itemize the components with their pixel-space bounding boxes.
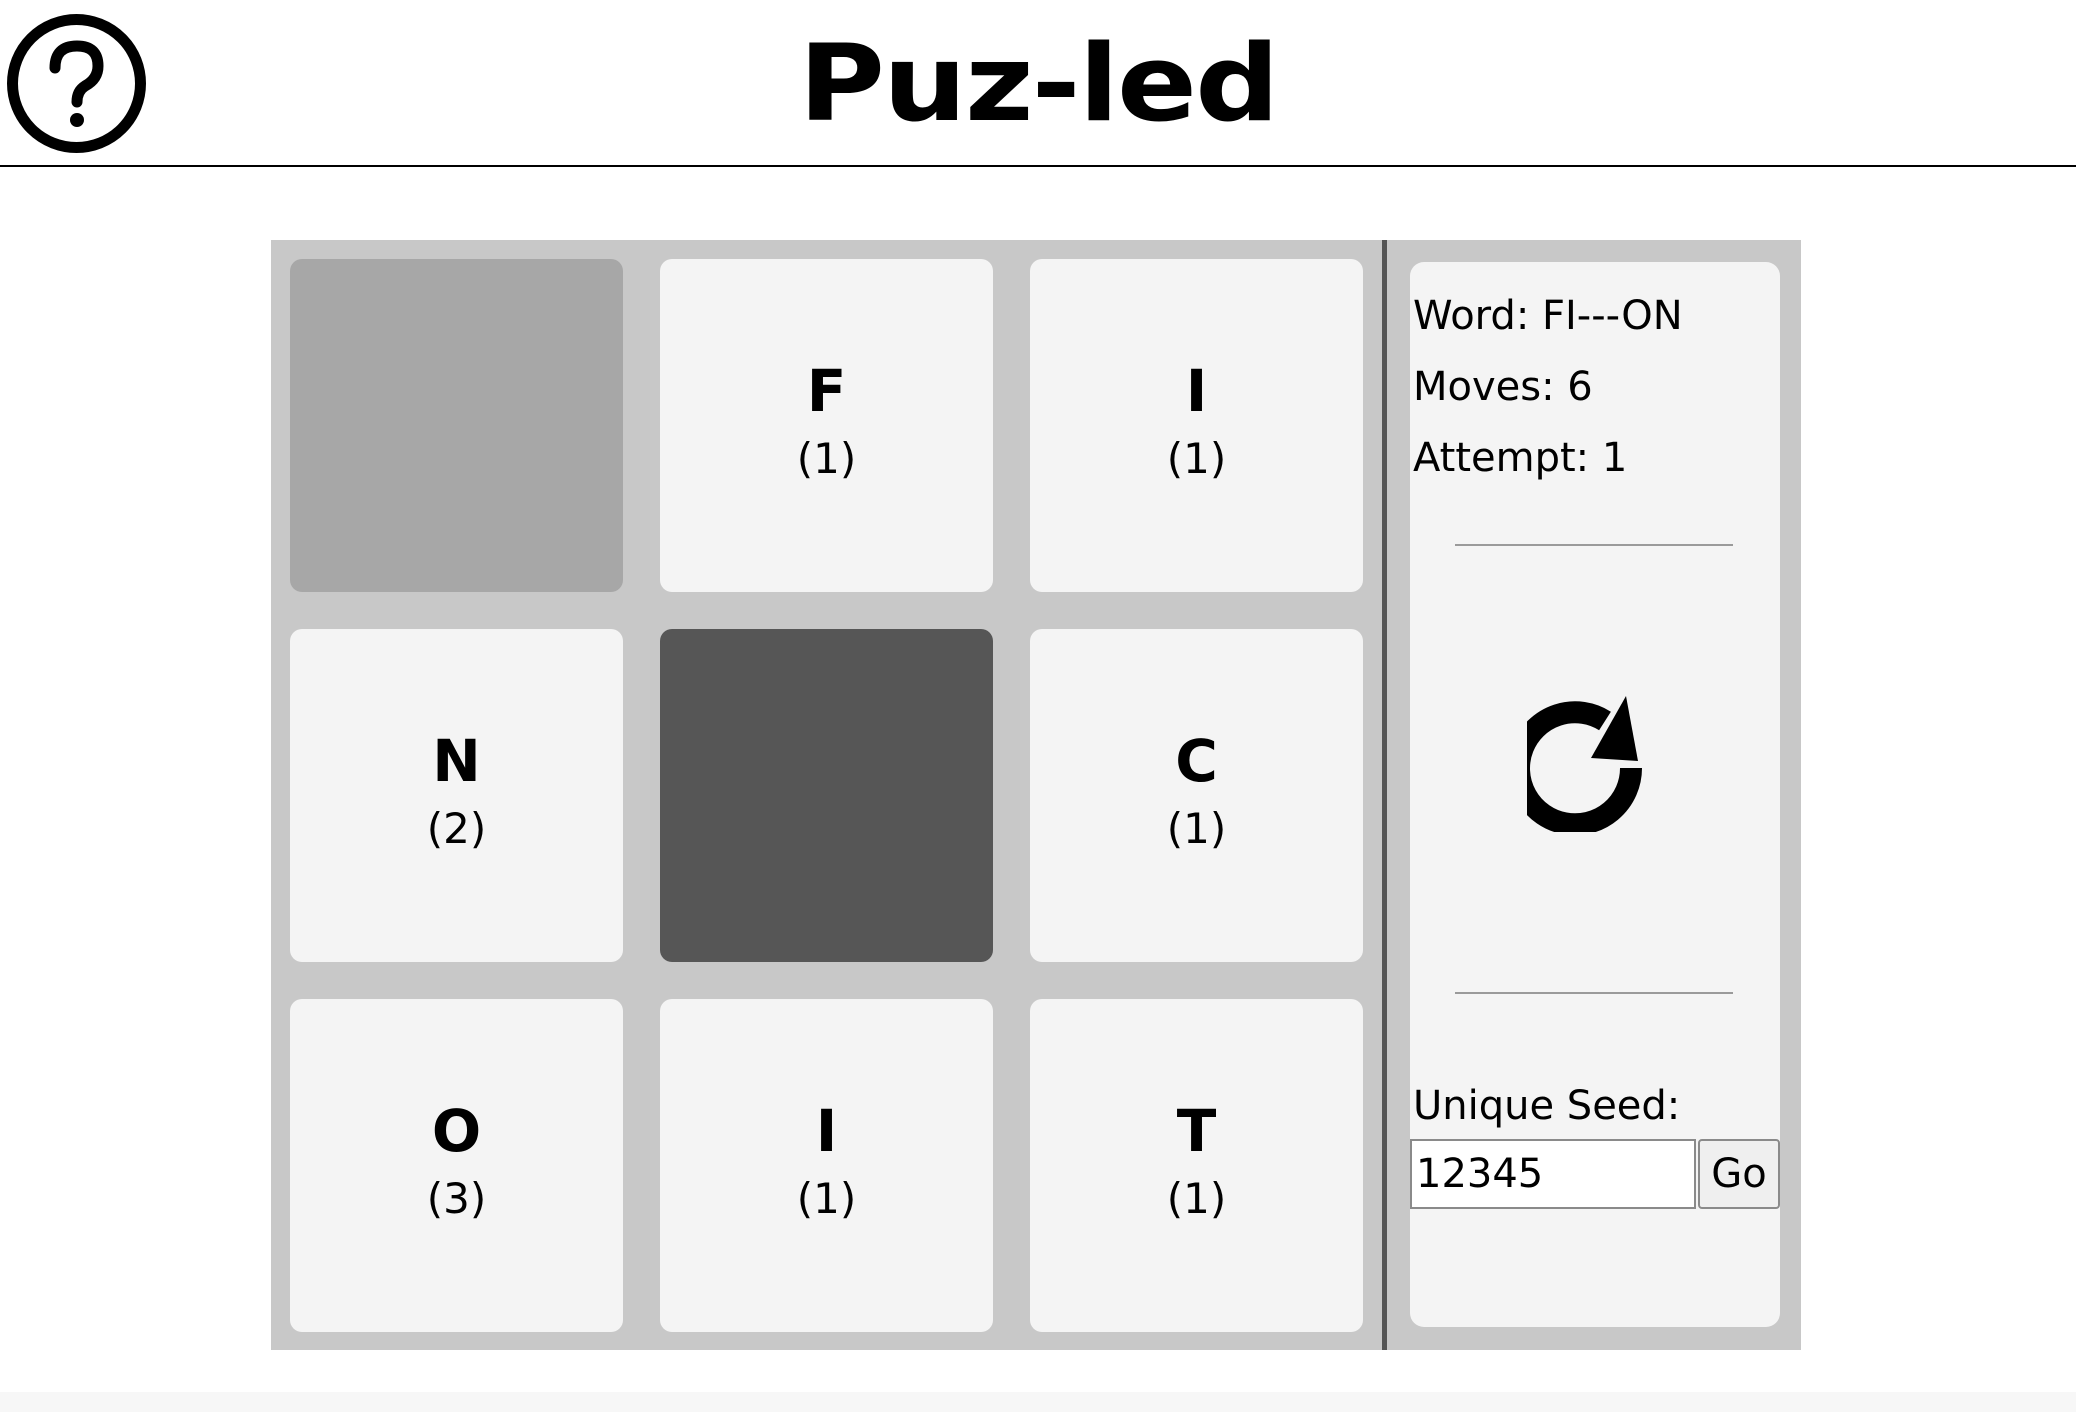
word-status: Word: FI---ON [1413,293,1683,339]
tile-count: (1) [796,1174,857,1223]
tile-count: (3) [426,1174,487,1223]
header-bar: Puz-led [0,0,2076,167]
go-button[interactable]: Go [1698,1139,1780,1209]
page-footer [0,1392,2076,1412]
tile[interactable]: I (1) [1030,259,1363,592]
seed-label: Unique Seed: [1413,1083,1681,1129]
tile[interactable]: I (1) [660,999,993,1332]
tile-count: (1) [1166,434,1227,483]
tile-selected[interactable] [660,629,993,962]
tile-letter: T [1176,1097,1217,1165]
tile-letter: I [1185,357,1208,425]
tile-count: (1) [1166,1174,1227,1223]
board-divider [1382,240,1387,1350]
tile-count: (1) [1166,804,1227,853]
tile-letter: F [806,357,847,425]
seed-input[interactable] [1410,1139,1696,1209]
panel-divider-bottom [1455,992,1733,994]
panel-divider-top [1455,544,1733,546]
tile-empty[interactable] [290,259,623,592]
app-title: Puz-led [798,20,1279,146]
tile[interactable]: T (1) [1030,999,1363,1332]
game-area: F (1) I (1) N (2) C (1) O (3) I (1) T (1… [271,240,1801,1350]
info-panel: Word: FI---ON Moves: 6 Attempt: 1 Unique… [1410,262,1780,1327]
tile-letter: O [431,1097,482,1165]
tile-letter: C [1175,727,1218,795]
tile-letter: N [432,727,481,795]
tile[interactable]: N (2) [290,629,623,962]
attempt-count: Attempt: 1 [1413,435,1628,481]
tile-count: (1) [796,434,857,483]
tile[interactable]: C (1) [1030,629,1363,962]
tile[interactable]: O (3) [290,999,623,1332]
reset-button[interactable] [1508,692,1667,836]
tile[interactable]: F (1) [660,259,993,592]
reset-arrow-icon [1508,696,1643,836]
tile-count: (2) [426,804,487,853]
tile-letter: I [815,1097,838,1165]
moves-count: Moves: 6 [1413,364,1593,410]
